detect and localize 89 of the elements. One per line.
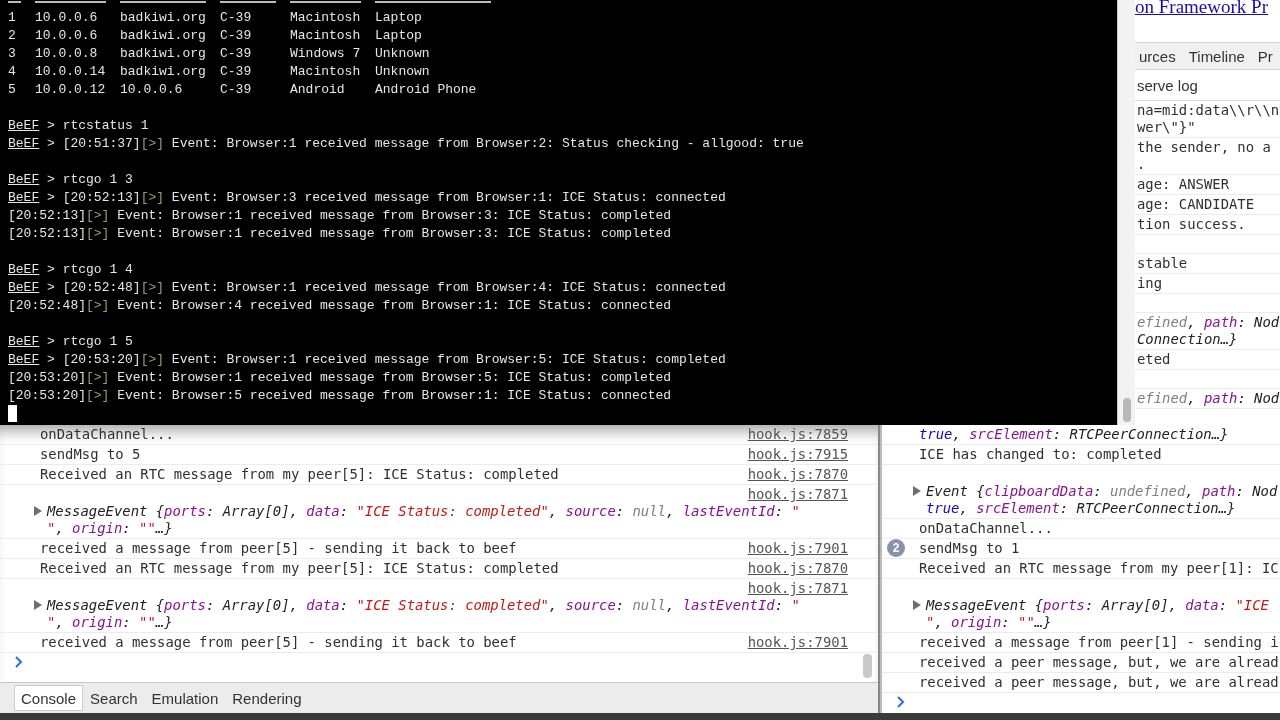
table-cell: Macintosh (290, 9, 361, 27)
log-message: ing (1137, 275, 1164, 292)
log-message: sendMsg to 1 (919, 540, 1021, 557)
table-cell: C-39 (220, 45, 252, 63)
table-cell: badkiwi.org (120, 9, 206, 27)
terminal-line: [20:53:20][>] Event: Browser:5 received message from Browser:1: ICE Status: connected (8, 387, 672, 405)
log-message: onDataChannel... (40, 426, 175, 443)
log-message: received a peer message, but, we are alread (919, 654, 1279, 671)
page-link[interactable]: on Framework Pr (1135, 0, 1280, 42)
log-message: onDataChannel... (919, 520, 1054, 537)
source-link[interactable]: hook.js:7901 (737, 634, 848, 651)
table-cell: Laptop (375, 9, 422, 27)
source-link[interactable]: hook.js:7871 (737, 580, 848, 597)
tab[interactable]: Timeline (1186, 47, 1247, 65)
log-message: age: CANDIDATE (1137, 196, 1255, 213)
terminal-line: BeEF > rtcstatus 1 (8, 117, 149, 135)
log-message: ICE has changed to: completed (919, 446, 1163, 463)
table-cell: C-39 (220, 63, 252, 81)
table-cell: 10.0.0.6 (120, 81, 183, 99)
tab[interactable]: urces (1137, 47, 1178, 65)
table-cell: 5 (8, 81, 16, 99)
table-cell: Laptop (375, 27, 422, 45)
terminal-line: BeEF > [20:51:37][>] Event: Browser:1 received message from Browser:2: Status checking - allgood: true (8, 135, 804, 153)
table-cell: 10.0.0.12 (35, 81, 106, 99)
table-cell: Unknown (375, 45, 430, 63)
table-cell: badkiwi.org (120, 63, 206, 81)
object-preview: MessageEvent {ports: Array[0], data: "ICE Status: completed", source: null, lastEventId: " ", origin: ""…} (47, 503, 800, 537)
log-message: received a message from peer[1] - sending i (919, 634, 1279, 651)
count-badge: 2 (887, 539, 905, 557)
object-preview: MessageEvent {ports: Array[0], data: "ICE Status: completed", source: null, lastEventId: " ", origin: ""…} (47, 597, 800, 631)
table-cell: Android (290, 81, 345, 99)
table-cell: 10.0.0.6 (35, 9, 98, 27)
object-preview: Event {clipboardData: undefined, path: Nod true, srcElement: RTCPeerConnection…} (926, 483, 1278, 517)
terminal-line: [20:53:20][>] Event: Browser:1 received message from Browser:5: ICE Status: completed (8, 369, 672, 387)
log-message: eted (1137, 351, 1172, 368)
table-cell: 2 (8, 27, 16, 45)
source-link[interactable]: hook.js:7870 (737, 560, 848, 577)
object-preview: efined, path: Nod Connection…} (1137, 314, 1280, 348)
terminal-line: BeEF > rtcgo 1 4 (8, 261, 133, 279)
table-cell: C-39 (220, 9, 252, 27)
log-message: received a message from peer[5] - sending it back to beef (40, 634, 518, 651)
terminal-line: [20:52:13][>] Event: Browser:1 received message from Browser:3: ICE Status: completed (8, 207, 672, 225)
tab[interactable]: Rendering (225, 685, 309, 711)
object-preview: true, srcElement: RTCPeerConnection…} (919, 426, 1229, 443)
table-cell: 10.0.0.8 (35, 45, 98, 63)
table-cell: badkiwi.org (120, 45, 206, 63)
tab[interactable]: Search (83, 685, 145, 711)
table-cell: badkiwi.org (120, 27, 206, 45)
source-link[interactable]: hook.js:7901 (737, 540, 848, 557)
table-cell: 10.0.0.14 (35, 63, 106, 81)
terminal-line: BeEF > [20:52:48][>] Event: Browser:1 received message from Browser:4: ICE Status: connected (8, 279, 726, 297)
table-cell: Windows 7 (290, 45, 361, 63)
log-message: the sender, no a . (1137, 139, 1271, 173)
source-link[interactable]: hook.js:7915 (737, 446, 848, 463)
terminal-line: BeEF > [20:53:20][>] Event: Browser:1 received message from Browser:5: ICE Status: completed (8, 351, 726, 369)
log-message: na=mid:data\\r\\n wer\"}" (1137, 102, 1280, 136)
tab[interactable]: Pr (1255, 47, 1275, 65)
log-message: Received an RTC message from my peer[5]: ICE Status: completed (40, 560, 560, 577)
checkbox-label: serve log (1136, 76, 1198, 94)
table-cell: C-39 (220, 27, 252, 45)
table-cell: C-39 (220, 81, 252, 99)
log-message: age: ANSWER (1137, 176, 1230, 193)
table-cell: 10.0.0.6 (35, 27, 98, 45)
terminal-line: BeEF > rtcgo 1 5 (8, 333, 133, 351)
source-link[interactable]: hook.js:7870 (737, 466, 848, 483)
source-link[interactable]: hook.js:7871 (737, 486, 848, 503)
table-cell: Macintosh (290, 27, 361, 45)
terminal-line: [20:52:48][>] Event: Browser:4 received message from Browser:1: ICE Status: connected (8, 297, 672, 315)
tab[interactable]: Console (14, 685, 84, 711)
terminal-line: [20:52:13][>] Event: Browser:1 received message from Browser:3: ICE Status: completed (8, 225, 672, 243)
terminal-line: BeEF > [20:52:13][>] Event: Browser:3 received message from Browser:1: ICE Status: connected (8, 189, 726, 207)
table-cell: Macintosh (290, 63, 361, 81)
table-cell: 4 (8, 63, 16, 81)
log-message: Received an RTC message from my peer[1]: IC (919, 560, 1279, 577)
table-cell: Android Phone (375, 81, 477, 99)
table-cell: Unknown (375, 63, 430, 81)
log-message: sendMsg to 5 (40, 446, 142, 463)
object-preview: efined, path: Nod (1137, 390, 1280, 407)
log-message: Received an RTC message from my peer[5]: ICE Status: completed (40, 466, 560, 483)
log-message: tion success. (1137, 216, 1247, 233)
log-message: received a peer message, but, we are alread (919, 674, 1279, 691)
source-link[interactable]: hook.js:7859 (737, 426, 848, 443)
table-cell: 3 (8, 45, 16, 63)
log-message: stable (1137, 255, 1189, 272)
tab[interactable]: Emulation (144, 685, 226, 711)
object-preview: MessageEvent {ports: Array[0], data: "ICE ", origin: ""…} (926, 597, 1269, 631)
log-message: received a message from peer[5] - sending it back to beef (40, 540, 518, 557)
table-cell: 1 (8, 9, 16, 27)
terminal-line: BeEF > rtcgo 1 3 (8, 171, 133, 189)
